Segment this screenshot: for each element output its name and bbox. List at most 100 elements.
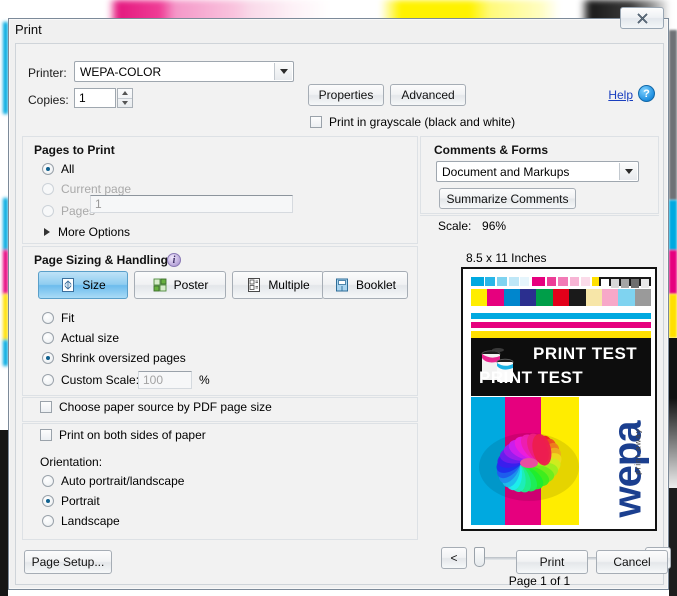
preview-print-test-line1: PRINT TEST xyxy=(533,344,637,364)
printer-select-value: WEPA-COLOR xyxy=(80,65,161,79)
poster-icon xyxy=(152,277,168,293)
dialog-title: Print xyxy=(15,22,42,37)
pages-range-value: 1 xyxy=(95,197,102,211)
radio-portrait[interactable]: Portrait xyxy=(42,494,100,508)
grayscale-checkbox[interactable]: Print in grayscale (black and white) xyxy=(310,115,515,129)
preview-stripe-yellow xyxy=(471,331,651,338)
paper-source-checkbox[interactable]: Choose paper source by PDF page size xyxy=(40,400,272,414)
comments-forms-title: Comments & Forms xyxy=(434,143,548,157)
color-wheel-graphic xyxy=(475,419,583,503)
radio-custom-scale[interactable]: Custom Scale: xyxy=(42,373,139,387)
summarize-comments-button[interactable]: Summarize Comments xyxy=(439,188,576,209)
print-preview[interactable]: PRINT TEST PRINT TEST xyxy=(461,267,657,531)
mode-button-booklet[interactable]: Booklet xyxy=(322,271,408,299)
duplex-label: Print on both sides of paper xyxy=(59,428,206,442)
advanced-button[interactable]: Advanced xyxy=(390,84,466,106)
mode-button-size[interactable]: Size xyxy=(38,271,128,299)
radio-auto-orientation[interactable]: Auto portrait/landscape xyxy=(42,474,184,488)
mode-button-poster[interactable]: Poster xyxy=(134,271,226,299)
radio-actual-size[interactable]: Actual size xyxy=(42,331,119,345)
preview-bottom-section: wepa print away xyxy=(471,397,651,525)
preview-print-test-line2: PRINT TEST xyxy=(479,368,583,388)
radio-shrink-oversized-label: Shrink oversized pages xyxy=(61,351,186,365)
mode-button-booklet-label: Booklet xyxy=(356,278,396,292)
copies-input[interactable]: 1 xyxy=(74,88,116,108)
properties-button[interactable]: Properties xyxy=(308,84,384,106)
scale-value: 96% xyxy=(482,219,506,233)
radio-auto-orientation-label: Auto portrait/landscape xyxy=(61,474,184,488)
radio-all[interactable]: All xyxy=(42,162,74,176)
wepa-logo-text: wepa xyxy=(606,411,651,526)
wepa-logo-tagline: print away xyxy=(634,407,643,497)
radio-icon xyxy=(42,183,54,195)
advanced-button-label: Advanced xyxy=(401,88,454,102)
comments-select-value: Document and Markups xyxy=(442,165,569,179)
preview-swatch-strip-dark xyxy=(599,277,651,286)
radio-icon xyxy=(42,495,54,507)
dialog-body: Printer: WEPA-COLOR Properties Advanced … xyxy=(15,43,664,585)
scale-label: Scale: xyxy=(438,219,471,233)
page-setup-button[interactable]: Page Setup... xyxy=(24,550,112,574)
mode-button-multiple-label: Multiple xyxy=(268,278,309,292)
page-sizing-title: Page Sizing & Handling xyxy=(34,253,168,267)
cancel-button-label: Cancel xyxy=(613,555,650,569)
copies-stepper-down[interactable] xyxy=(118,99,132,108)
booklet-icon xyxy=(334,277,350,293)
chevron-right-icon xyxy=(44,228,50,236)
pages-range-input[interactable]: 1 xyxy=(90,195,293,213)
comments-select[interactable]: Document and Markups xyxy=(436,161,639,182)
preview-page: PRINT TEST PRINT TEST xyxy=(467,273,651,525)
help-icon[interactable]: ? xyxy=(638,85,655,102)
pages-to-print-title: Pages to Print xyxy=(34,143,115,157)
radio-icon xyxy=(42,475,54,487)
radio-icon xyxy=(42,205,54,217)
properties-button-label: Properties xyxy=(319,88,374,102)
orientation-title: Orientation: xyxy=(40,455,102,469)
duplex-checkbox[interactable]: Print on both sides of paper xyxy=(40,428,206,442)
radio-pages[interactable]: Pages xyxy=(42,204,95,218)
copies-input-value: 1 xyxy=(79,91,86,105)
mode-button-multiple[interactable]: Multiple xyxy=(232,271,324,299)
info-icon[interactable]: i xyxy=(167,253,181,267)
radio-portrait-label: Portrait xyxy=(61,494,100,508)
help-link[interactable]: Help xyxy=(608,88,633,102)
radio-fit[interactable]: Fit xyxy=(42,311,74,325)
radio-current-page[interactable]: Current page xyxy=(42,182,131,196)
print-button-label: Print xyxy=(540,555,565,569)
cancel-button[interactable]: Cancel xyxy=(596,550,668,574)
radio-icon xyxy=(42,515,54,527)
paper-source-label: Choose paper source by PDF page size xyxy=(59,400,272,414)
printer-select[interactable]: WEPA-COLOR xyxy=(74,61,294,82)
preview-color-bars xyxy=(471,289,651,306)
radio-landscape[interactable]: Landscape xyxy=(42,514,120,528)
close-button[interactable] xyxy=(620,7,664,29)
mode-button-size-label: Size xyxy=(82,278,105,292)
size-icon xyxy=(60,277,76,293)
copies-stepper[interactable] xyxy=(117,88,133,108)
wepa-logo: wepa print away xyxy=(583,403,647,521)
grayscale-label: Print in grayscale (black and white) xyxy=(329,115,515,129)
radio-icon xyxy=(42,163,54,175)
radio-all-label: All xyxy=(61,162,74,176)
radio-custom-scale-label: Custom Scale: xyxy=(61,373,139,387)
custom-scale-input[interactable]: 100 xyxy=(138,371,192,389)
print-button[interactable]: Print xyxy=(516,550,588,574)
page-setup-label: Page Setup... xyxy=(32,555,105,569)
radio-fit-label: Fit xyxy=(61,311,74,325)
checkbox-icon xyxy=(310,116,322,128)
radio-actual-size-label: Actual size xyxy=(61,331,119,345)
dialog-footer: Page Setup... Print Cancel xyxy=(16,540,665,586)
chevron-down-icon xyxy=(619,163,637,180)
radio-landscape-label: Landscape xyxy=(61,514,120,528)
multiple-icon xyxy=(246,277,262,293)
more-options-toggle[interactable]: More Options xyxy=(44,225,130,239)
radio-current-page-label: Current page xyxy=(61,182,131,196)
copies-stepper-up[interactable] xyxy=(118,89,132,99)
radio-shrink-oversized[interactable]: Shrink oversized pages xyxy=(42,351,186,365)
percent-label: % xyxy=(199,373,210,387)
radio-icon xyxy=(42,374,54,386)
radio-icon xyxy=(42,312,54,324)
paper-size-text: 8.5 x 11 Inches xyxy=(466,251,547,265)
chevron-down-icon xyxy=(274,63,292,80)
scale-text: Scale: 96% xyxy=(438,219,506,233)
